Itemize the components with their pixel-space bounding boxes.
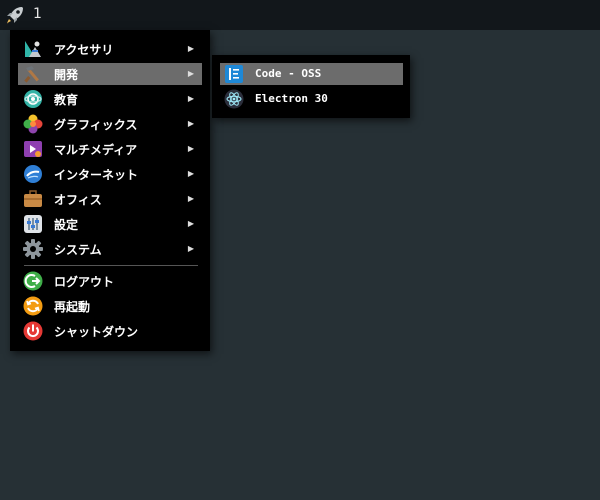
menu-item-label: 教育 (54, 93, 79, 107)
submenu-arrow-icon: ▶ (187, 219, 194, 228)
submenu-item-label: Electron 30 (255, 92, 328, 105)
application-menu: アクセサリ ▶ 開発 ▶ 教育 ▶ グラフィックス ▶ マルチメディア ▶ イン… (10, 30, 210, 351)
accessories-icon (23, 39, 43, 59)
menu-item-label: システム (54, 243, 102, 257)
submenu-arrow-icon: ▶ (187, 244, 194, 253)
logout-icon (23, 271, 43, 291)
system-icon (23, 239, 43, 259)
submenu-item-label: Code - OSS (255, 67, 322, 80)
submenu-arrow-icon: ▶ (187, 144, 194, 153)
development-icon (23, 64, 43, 84)
electron-icon (224, 89, 244, 109)
shutdown-icon (23, 321, 43, 341)
menu-item-label: オフィス (54, 193, 102, 207)
submenu-arrow-icon: ▶ (187, 194, 194, 203)
settings-icon (23, 214, 43, 234)
development-submenu: Code - OSS Electron 30 (212, 55, 410, 118)
menu-item-label: ログアウト (54, 275, 115, 289)
menu-item-label: 開発 (54, 68, 79, 82)
reboot-icon (23, 296, 43, 316)
office-icon (23, 189, 43, 209)
menu-item-label: インターネット (54, 168, 139, 182)
rocket-icon[interactable] (4, 4, 26, 26)
menu-item-label: アクセサリ (54, 43, 114, 57)
menu-separator (24, 265, 198, 266)
vscode-icon (224, 64, 244, 84)
graphics-icon (23, 114, 43, 134)
menu-item-settings[interactable]: 設定 ▶ (18, 213, 202, 235)
top-panel: 1 (0, 0, 600, 30)
menu-item-label: マルチメディア (54, 143, 138, 157)
menu-item-graphics[interactable]: グラフィックス ▶ (18, 113, 202, 135)
submenu-arrow-icon: ▶ (187, 94, 194, 103)
menu-item-label: 再起動 (54, 300, 91, 314)
menu-item-development[interactable]: 開発 ▶ (18, 63, 202, 85)
menu-item-system[interactable]: システム ▶ (18, 238, 202, 260)
menu-item-logout[interactable]: ログアウト (18, 270, 202, 292)
submenu-item-code-oss[interactable]: Code - OSS (220, 63, 403, 85)
submenu-arrow-icon: ▶ (187, 44, 194, 53)
menu-item-reboot[interactable]: 再起動 (18, 295, 202, 317)
menu-item-internet[interactable]: インターネット ▶ (18, 163, 202, 185)
multimedia-icon (23, 139, 43, 159)
menu-item-label: シャットダウン (54, 325, 139, 339)
submenu-arrow-icon: ▶ (187, 69, 194, 78)
menu-item-accessories[interactable]: アクセサリ ▶ (18, 38, 202, 60)
submenu-arrow-icon: ▶ (187, 119, 194, 128)
menu-item-multimedia[interactable]: マルチメディア ▶ (18, 138, 202, 160)
menu-item-label: 設定 (54, 218, 79, 232)
submenu-arrow-icon: ▶ (187, 169, 194, 178)
education-icon (23, 89, 43, 109)
menu-item-shutdown[interactable]: シャットダウン (18, 320, 202, 342)
menu-item-education[interactable]: 教育 ▶ (18, 88, 202, 110)
menu-item-office[interactable]: オフィス ▶ (18, 188, 202, 210)
submenu-item-electron[interactable]: Electron 30 (220, 88, 403, 110)
menu-item-label: グラフィックス (54, 118, 138, 132)
workspace-indicator[interactable]: 1 (33, 6, 42, 22)
internet-icon (23, 164, 43, 184)
